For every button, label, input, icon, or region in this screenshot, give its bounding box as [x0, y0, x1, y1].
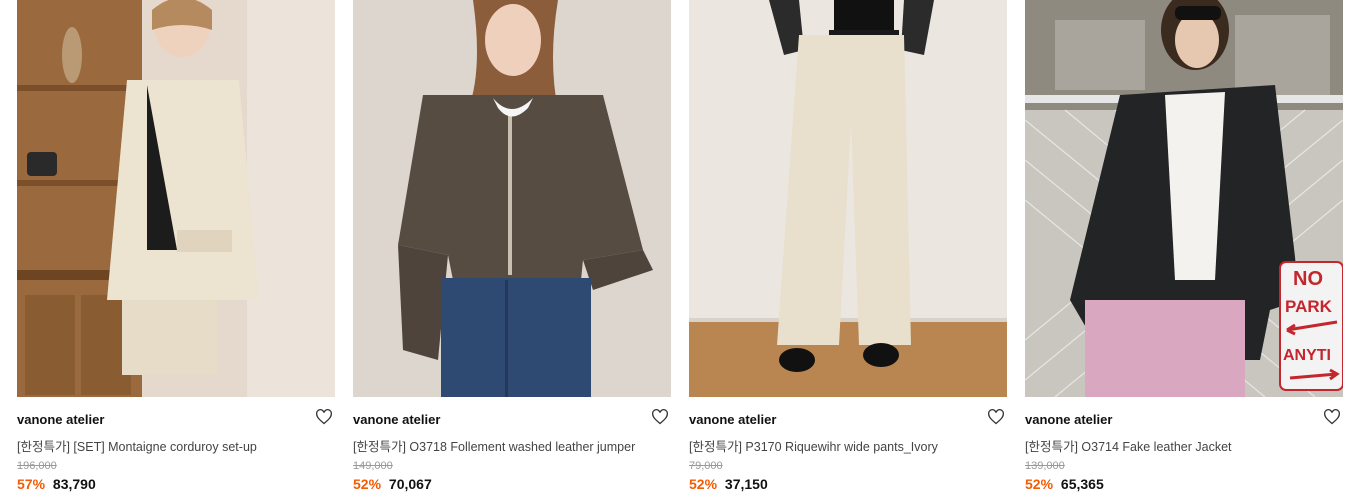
sign-text: ANYTI [1283, 347, 1331, 364]
sale-price: 65,365 [1060, 476, 1104, 492]
heart-outline-icon[interactable] [651, 409, 669, 425]
product-image[interactable] [17, 0, 335, 397]
brand-name[interactable]: vanone atelier [1025, 412, 1112, 427]
discount-rate: 52% [1025, 476, 1054, 492]
price-row: 57% 83,790 [17, 476, 96, 492]
original-price: 196,000 [17, 460, 57, 472]
brand-name[interactable]: vanone atelier [353, 412, 440, 427]
sale-price: 37,150 [724, 476, 768, 492]
product-card[interactable]: vanone atelier [한정특가] P3170 Riquewihr wi… [689, 0, 1007, 502]
sale-price: 70,067 [388, 476, 432, 492]
product-image[interactable] [353, 0, 671, 397]
product-card[interactable]: vanone atelier [한정특가] O3718 Follement wa… [353, 0, 671, 502]
product-image[interactable]: NO PARK ANYTI [1025, 0, 1343, 397]
sign-text: PARK [1285, 297, 1333, 316]
heart-outline-icon[interactable] [1323, 409, 1341, 425]
price-row: 52% 70,067 [353, 476, 432, 492]
original-price: 149,000 [353, 460, 393, 472]
brand-name[interactable]: vanone atelier [689, 412, 776, 427]
discount-rate: 52% [689, 476, 718, 492]
product-card[interactable]: NO PARK ANYTI vanone atelier [한정특가] O371… [1025, 0, 1343, 502]
product-title[interactable]: [한정특가] O3718 Follement washed leather ju… [353, 436, 635, 455]
discount-rate: 57% [17, 476, 46, 492]
price-row: 52% 65,365 [1025, 476, 1104, 492]
product-title[interactable]: [한정특가] [SET] Montaigne corduroy set-up [17, 436, 257, 455]
product-image[interactable] [689, 0, 1007, 397]
sale-price: 83,790 [52, 476, 96, 492]
price-row: 52% 37,150 [689, 476, 768, 492]
original-price: 79,000 [689, 460, 723, 472]
product-title[interactable]: [한정특가] O3714 Fake leather Jacket [1025, 436, 1232, 455]
brand-name[interactable]: vanone atelier [17, 412, 104, 427]
product-card[interactable]: vanone atelier [한정특가] [SET] Montaigne co… [17, 0, 335, 502]
original-price: 139,000 [1025, 460, 1065, 472]
sign-text: NO [1293, 268, 1323, 290]
product-title[interactable]: [한정특가] P3170 Riquewihr wide pants_Ivory [689, 436, 938, 455]
heart-outline-icon[interactable] [987, 409, 1005, 425]
discount-rate: 52% [353, 476, 382, 492]
heart-outline-icon[interactable] [315, 409, 333, 425]
